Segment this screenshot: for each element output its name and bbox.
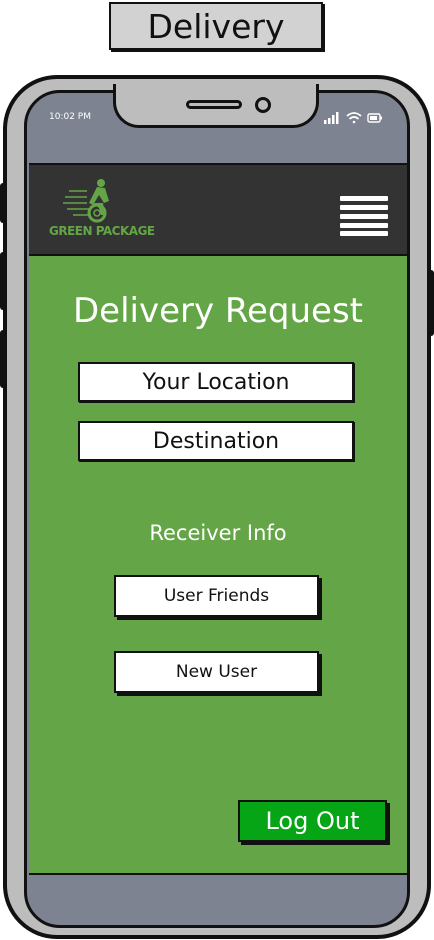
logo[interactable]: GREEN PACKAGE bbox=[47, 177, 155, 243]
hamburger-menu-icon[interactable] bbox=[340, 196, 390, 236]
log-out-button[interactable]: Log Out bbox=[238, 800, 387, 842]
cyclist-icon bbox=[63, 179, 109, 223]
new-user-button[interactable]: New User bbox=[114, 651, 319, 693]
user-friends-button[interactable]: User Friends bbox=[114, 575, 319, 617]
destination-input[interactable]: Destination bbox=[78, 421, 354, 461]
receiver-info-label: Receiver Info bbox=[149, 521, 287, 545]
battery-icon bbox=[367, 113, 382, 123]
signal-icon bbox=[324, 112, 339, 124]
phone-side-button-low bbox=[0, 330, 6, 388]
status-icons bbox=[322, 110, 384, 124]
phone-side-button-mid bbox=[0, 252, 6, 310]
status-time: 10:02 PM bbox=[49, 112, 91, 122]
camera-icon bbox=[255, 97, 271, 113]
phone-power-button bbox=[428, 270, 434, 336]
app-screen: GREEN PACKAGE Delivery Request Your Loca… bbox=[29, 163, 407, 875]
screen-title: Delivery bbox=[109, 2, 323, 50]
your-location-input[interactable]: Your Location bbox=[78, 362, 354, 402]
page-title: Delivery Request bbox=[72, 291, 364, 331]
phone-side-button-top bbox=[0, 183, 6, 223]
wifi-icon bbox=[346, 112, 362, 124]
logo-text: GREEN PACKAGE bbox=[49, 224, 155, 238]
navbar: GREEN PACKAGE bbox=[29, 165, 407, 256]
speaker-icon bbox=[186, 100, 242, 109]
